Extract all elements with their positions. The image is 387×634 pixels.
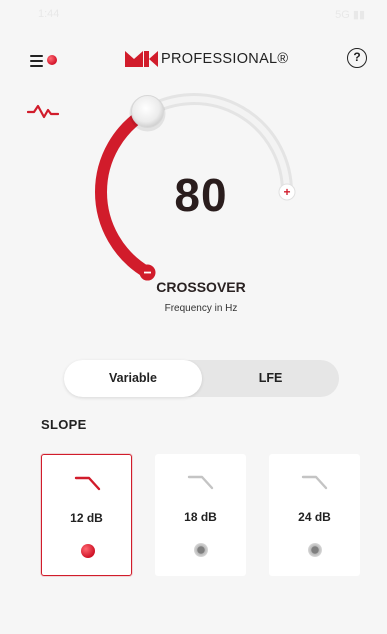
dial-knob[interactable]: [131, 94, 164, 128]
status-bar: 1:44 5G ▮▮: [0, 6, 387, 22]
slope-section-label: SLOPE: [41, 417, 87, 432]
status-time: 1:44: [38, 8, 60, 20]
slope-option-label: 24 dB: [298, 510, 331, 524]
radio-unselected-icon: [194, 543, 208, 557]
radio-selected-icon: [81, 544, 95, 558]
dial-title: CROSSOVER: [156, 279, 246, 295]
slope-option-label: 18 dB: [184, 510, 217, 524]
slope-option-24db[interactable]: 24 dB: [269, 454, 360, 576]
mode-option-lfe[interactable]: LFE: [202, 360, 339, 397]
status-indicators: 5G ▮▮: [335, 9, 365, 21]
hamburger-menu-icon-bar: [30, 65, 43, 67]
mk-logo-icon: [125, 51, 158, 67]
crossover-value: 80: [174, 169, 228, 221]
hamburger-menu-icon-bar: [30, 60, 43, 62]
mode-option-variable[interactable]: Variable: [64, 360, 202, 397]
slope-curve-icon: [74, 476, 101, 491]
question-circle-icon: ?: [353, 50, 361, 64]
minus-icon: [144, 271, 151, 274]
slope-option-12db[interactable]: 12 dB: [41, 454, 132, 576]
radio-unselected-icon: [308, 543, 322, 557]
slope-curve-icon: [301, 475, 328, 490]
slope-option-18db[interactable]: 18 dB: [155, 454, 246, 576]
mode-toggle: Variable LFE: [64, 360, 339, 397]
brand-logo-text: PROFESSIONAL®: [161, 51, 289, 67]
pulse-waveform-icon[interactable]: [27, 102, 59, 120]
slope-option-label: 12 dB: [70, 511, 103, 525]
menu-button[interactable]: [30, 52, 60, 70]
dial-subtitle: Frequency in Hz: [164, 303, 238, 314]
brand-logo: PROFESSIONAL®: [125, 48, 288, 70]
notification-dot: [47, 55, 57, 65]
help-button[interactable]: ?: [347, 48, 367, 68]
slope-curve-icon: [187, 475, 214, 490]
hamburger-menu-icon: [30, 55, 43, 57]
